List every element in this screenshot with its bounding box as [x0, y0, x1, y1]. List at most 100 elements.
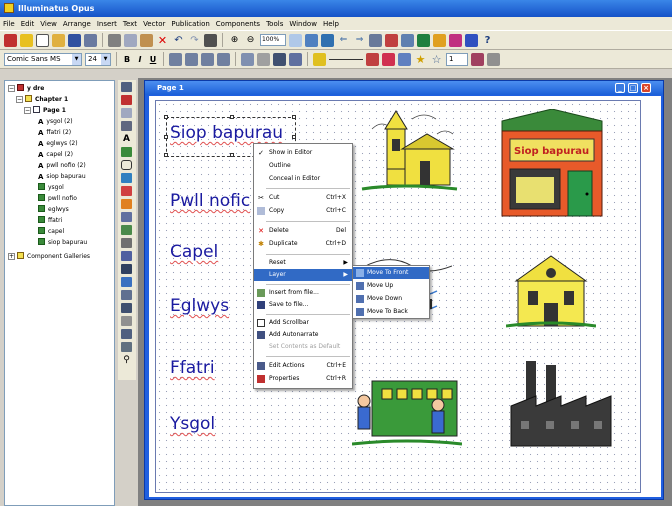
- resize-handle[interactable]: [292, 115, 296, 119]
- collapse-icon[interactable]: −: [16, 96, 23, 103]
- fit-page-icon[interactable]: [289, 33, 302, 47]
- copy-icon[interactable]: [124, 33, 137, 47]
- delete-icon[interactable]: ✕: [156, 34, 169, 47]
- line-style-select[interactable]: [329, 58, 363, 60]
- resize-handle[interactable]: [292, 135, 296, 139]
- line-tool-icon[interactable]: [257, 52, 270, 66]
- zoom-in-icon[interactable]: ⊕: [228, 34, 241, 47]
- frame-tool-icon[interactable]: [121, 173, 132, 183]
- pointer-tool-icon[interactable]: [121, 82, 132, 92]
- fill-tool-icon[interactable]: [121, 199, 132, 209]
- tree-item[interactable]: capel: [38, 227, 64, 237]
- minimize-icon[interactable]: _: [615, 83, 625, 93]
- resize-handle[interactable]: [230, 153, 234, 157]
- resize-handle[interactable]: [164, 153, 168, 157]
- move-to-front-item[interactable]: Move To Front: [353, 267, 429, 279]
- ctx-add-scrollbar[interactable]: Add Scrollbar: [254, 317, 352, 329]
- tree-item[interactable]: Affatri (2): [38, 128, 71, 138]
- ctx-edit-actions[interactable]: Edit Actions Ctrl+E: [254, 360, 352, 372]
- ctx-show-in-editor[interactable]: ✓ Show in Editor: [254, 147, 352, 159]
- ctx-duplicate[interactable]: ✱ Duplicate Ctrl+D: [254, 238, 352, 250]
- publish-icon[interactable]: [417, 33, 430, 47]
- ctx-properties[interactable]: Properties Ctrl+R: [254, 373, 352, 385]
- hand-tool-icon[interactable]: [121, 342, 132, 352]
- bold-button[interactable]: B: [122, 55, 132, 64]
- brush-tool-icon[interactable]: [121, 186, 132, 196]
- video-tool-icon[interactable]: [121, 264, 132, 274]
- align-center-icon[interactable]: [185, 52, 198, 66]
- tree-item[interactable]: pwll nofio: [38, 194, 77, 204]
- tree-chapter[interactable]: − Chapter 1: [16, 95, 68, 105]
- star-yellow-icon[interactable]: ★: [414, 53, 427, 66]
- star-outline-icon[interactable]: ☆: [430, 53, 443, 66]
- ctx-reset[interactable]: Reset ▶: [254, 257, 352, 269]
- chapel-image[interactable]: [506, 251, 596, 331]
- menu-components[interactable]: Components: [216, 20, 260, 28]
- red-tool-icon[interactable]: [385, 33, 398, 47]
- crop-tool-icon[interactable]: [121, 108, 132, 118]
- collapse-icon[interactable]: −: [24, 107, 31, 114]
- menu-view[interactable]: View: [40, 20, 57, 28]
- word-pwll-nofio[interactable]: Pwll nofic: [170, 191, 250, 211]
- word-ffatri[interactable]: Ffatri: [170, 358, 215, 378]
- chapter-icon[interactable]: [20, 33, 33, 47]
- menu-publication[interactable]: Publication: [171, 20, 209, 28]
- school-image[interactable]: [352, 369, 462, 449]
- underline-button[interactable]: U: [148, 55, 158, 64]
- word-eglwys[interactable]: Eglwys: [170, 296, 229, 316]
- spell-check-icon[interactable]: [465, 33, 478, 47]
- ctx-cut[interactable]: ✂ Cut Ctrl+X: [254, 192, 352, 204]
- frame-icon[interactable]: [305, 33, 318, 47]
- align-left-icon[interactable]: [169, 52, 182, 66]
- color-icon[interactable]: [449, 33, 462, 47]
- shop-image[interactable]: Siop bapurau: [492, 109, 612, 219]
- ctx-add-autonarrate[interactable]: Add Autonarrate: [254, 329, 352, 341]
- menu-file[interactable]: File: [3, 20, 15, 28]
- tree-item[interactable]: Acapel (2): [38, 150, 73, 160]
- zoom-out-icon[interactable]: ⊖: [244, 34, 257, 47]
- menu-help[interactable]: Help: [323, 20, 339, 28]
- rotate-tool-icon[interactable]: [121, 121, 132, 131]
- grid-tool-icon[interactable]: [121, 329, 132, 339]
- button-tool-icon[interactable]: [121, 251, 132, 261]
- font-family-select[interactable]: Comic Sans MS ▼: [4, 52, 82, 66]
- menu-text[interactable]: Text: [123, 20, 137, 28]
- zoom-select[interactable]: 100%: [260, 34, 286, 46]
- grid-icon[interactable]: [369, 33, 382, 47]
- rounded-rect-tool-icon[interactable]: [121, 160, 132, 170]
- web-tool-icon[interactable]: [121, 277, 132, 287]
- ctx-copy[interactable]: Copy Ctrl+C: [254, 205, 352, 217]
- forward-arrow-icon[interactable]: ⇒: [353, 34, 366, 47]
- ctx-insert-from-file[interactable]: Insert from file...: [254, 287, 352, 299]
- new-page-icon[interactable]: [36, 33, 49, 47]
- expand-icon[interactable]: +: [8, 253, 15, 260]
- ctx-layer[interactable]: Layer ▶: [254, 269, 352, 281]
- ctx-conceal-in-editor[interactable]: Conceal in Editor: [254, 173, 352, 185]
- ctx-outline[interactable]: Outline: [254, 160, 352, 172]
- move-down-item[interactable]: Move Down: [353, 293, 429, 305]
- collapse-icon[interactable]: −: [8, 85, 15, 92]
- tree-galleries[interactable]: + Component Galleries: [8, 252, 90, 262]
- move-to-back-item[interactable]: Move To Back: [353, 306, 429, 318]
- shape-tool-icon[interactable]: [121, 212, 132, 222]
- book-icon[interactable]: [4, 33, 17, 47]
- word-capel[interactable]: Capel: [170, 242, 218, 262]
- image-tool-icon[interactable]: [121, 147, 132, 157]
- ctx-delete[interactable]: ✕ Delete Del: [254, 225, 352, 237]
- open-folder-icon[interactable]: [52, 33, 65, 47]
- close-icon[interactable]: ×: [641, 83, 651, 93]
- resize-handle[interactable]: [230, 115, 234, 119]
- tools-icon[interactable]: [433, 33, 446, 47]
- menu-window[interactable]: Window: [289, 20, 317, 28]
- save-icon[interactable]: [68, 33, 81, 47]
- menu-vector[interactable]: Vector: [143, 20, 165, 28]
- tree-page[interactable]: − Page 1: [24, 106, 66, 116]
- tree-item[interactable]: Apwll nofio (2): [38, 161, 86, 171]
- print-icon[interactable]: [204, 33, 217, 47]
- tree-root[interactable]: − y dre: [8, 84, 44, 94]
- help-icon[interactable]: ?: [481, 34, 494, 47]
- resize-handle[interactable]: [164, 115, 168, 119]
- italic-button[interactable]: I: [135, 55, 145, 64]
- text-style-icon[interactable]: [289, 52, 302, 66]
- menu-insert[interactable]: Insert: [97, 20, 117, 28]
